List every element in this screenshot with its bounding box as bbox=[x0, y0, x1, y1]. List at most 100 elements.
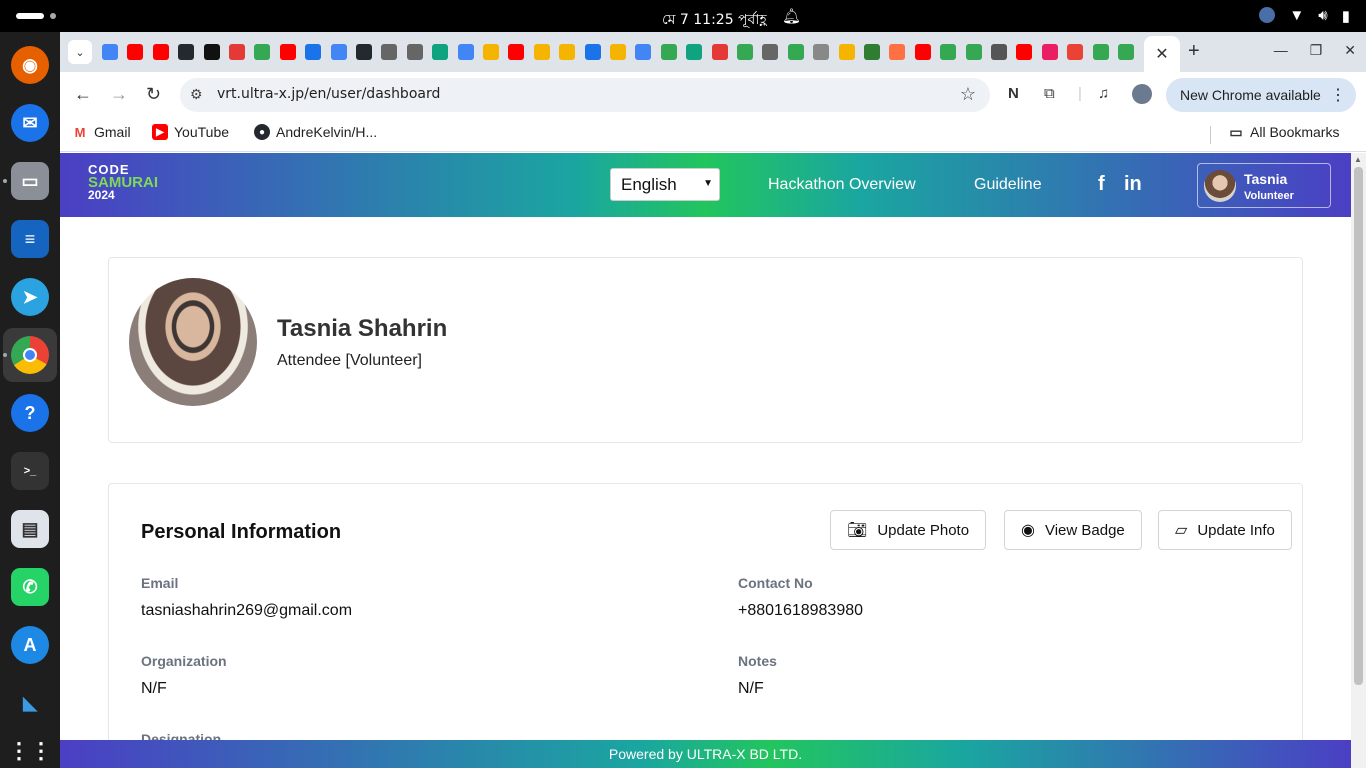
activities-indicator[interactable] bbox=[16, 13, 44, 19]
bookmarks-divider bbox=[1210, 126, 1211, 144]
pinned-tab-favicon-icon[interactable] bbox=[991, 44, 1007, 60]
pinned-tab-favicon-icon[interactable] bbox=[737, 44, 753, 60]
pinned-tab-favicon-icon[interactable] bbox=[787, 44, 804, 60]
terminal-icon[interactable]: >_ bbox=[11, 452, 49, 490]
pinned-tab-favicon-icon[interactable] bbox=[406, 44, 423, 60]
bookmark-gmail[interactable]: M Gmail bbox=[72, 124, 131, 140]
pinned-tab-favicon-icon[interactable] bbox=[457, 44, 474, 60]
forward-icon[interactable]: → bbox=[110, 84, 128, 105]
address-bar[interactable]: ⚙ vrt.ultra-x.jp/en/user/dashboard ☆ bbox=[180, 78, 990, 112]
minimize-icon[interactable]: — bbox=[1274, 42, 1288, 59]
pinned-tab-favicon-icon[interactable] bbox=[940, 44, 957, 60]
pinned-tab-favicon-icon[interactable] bbox=[432, 44, 449, 60]
pinned-tab-favicon-icon[interactable] bbox=[305, 44, 322, 60]
bookmark-star-icon[interactable]: ☆ bbox=[960, 84, 976, 105]
tab-search-icon[interactable]: ⌄ bbox=[68, 40, 92, 64]
pinned-tab-favicon-icon[interactable] bbox=[203, 44, 220, 60]
app-grid-icon[interactable]: ⋮⋮ bbox=[8, 732, 52, 768]
pinned-tab-favicon-icon[interactable] bbox=[178, 44, 195, 60]
user-menu[interactable]: Tasnia Volunteer bbox=[1197, 163, 1331, 208]
back-icon[interactable]: ← bbox=[74, 84, 92, 105]
code-samurai-logo[interactable]: CODE SAMURAI 2024 bbox=[88, 163, 158, 207]
pinned-tab-favicon-icon[interactable] bbox=[559, 44, 576, 60]
pinned-tab-favicon-icon[interactable] bbox=[914, 44, 931, 60]
folder-edit-icon: ▱ bbox=[1175, 522, 1188, 539]
help-icon[interactable]: ? bbox=[11, 394, 49, 432]
bookmark-youtube[interactable]: ▶ YouTube bbox=[152, 124, 229, 140]
chrome-icon[interactable] bbox=[11, 336, 49, 374]
facebook-icon[interactable]: f bbox=[1098, 173, 1105, 196]
new-tab-icon[interactable]: + bbox=[1188, 40, 1200, 63]
update-photo-button[interactable]: 📷︎ Update Photo bbox=[830, 510, 987, 550]
pinned-tab-favicon-icon[interactable] bbox=[838, 44, 855, 60]
system-tray[interactable]: ▼ 🔊︎ ▮ bbox=[1259, 7, 1350, 25]
app-store-icon[interactable]: A bbox=[11, 626, 49, 664]
pinned-tab-favicon-icon[interactable] bbox=[864, 44, 880, 60]
pinned-tab-favicon-icon[interactable] bbox=[508, 44, 525, 60]
page-scrollbar[interactable]: ▲ bbox=[1351, 153, 1366, 768]
pinned-tab-favicon-icon[interactable] bbox=[1067, 44, 1084, 60]
profile-name: Tasnia Shahrin bbox=[277, 315, 448, 342]
view-badge-button[interactable]: ◉ View Badge bbox=[1004, 510, 1142, 550]
pinned-tab-favicon-icon[interactable] bbox=[381, 44, 398, 60]
pinned-tab-favicon-icon[interactable] bbox=[330, 44, 347, 60]
pinned-tab-favicon-icon[interactable] bbox=[254, 44, 271, 60]
pinned-tab-favicon-icon[interactable] bbox=[965, 44, 982, 60]
pinned-tab-favicon-icon[interactable] bbox=[1118, 44, 1134, 60]
pinned-tab-favicon-icon[interactable] bbox=[711, 44, 728, 60]
nav-hackathon-overview[interactable]: Hackathon Overview bbox=[768, 176, 916, 194]
pinned-tab-favicon-icon[interactable] bbox=[813, 44, 830, 60]
linkedin-icon[interactable]: in bbox=[1124, 173, 1142, 196]
scroll-up-icon[interactable]: ▲ bbox=[1354, 155, 1362, 164]
telegram-icon[interactable]: ➤ bbox=[11, 278, 49, 316]
document-viewer-icon[interactable]: ▤ bbox=[11, 510, 49, 548]
pinned-tab-favicon-icon[interactable] bbox=[356, 44, 372, 60]
notion-extension-icon[interactable]: N bbox=[1008, 85, 1019, 102]
system-clock[interactable]: মে 7 11:25 পূর্বাহ্ণ bbox=[662, 8, 767, 32]
thunderbird-icon[interactable]: ✉ bbox=[11, 104, 49, 142]
language-select[interactable]: English ▼ bbox=[610, 168, 720, 201]
new-chrome-available-button[interactable]: New Chrome available ⋮ bbox=[1166, 78, 1356, 112]
pinned-tab-favicon-icon[interactable] bbox=[483, 44, 499, 60]
pinned-tab-favicon-icon[interactable] bbox=[686, 44, 703, 60]
vscode-icon[interactable]: ◣ bbox=[11, 684, 49, 722]
scrollbar-thumb[interactable] bbox=[1354, 167, 1363, 685]
active-tab-close-icon[interactable]: ✕ bbox=[1144, 36, 1180, 72]
firefox-icon[interactable]: ◉ bbox=[11, 46, 49, 84]
all-bookmarks-button[interactable]: ▭ All Bookmarks bbox=[1228, 124, 1339, 141]
pinned-tab-favicon-icon[interactable] bbox=[660, 44, 677, 60]
pinned-tab-favicon-icon[interactable] bbox=[279, 44, 296, 60]
files-icon[interactable]: ▭ bbox=[11, 162, 49, 200]
reload-icon[interactable]: ↻ bbox=[146, 84, 161, 105]
update-info-button[interactable]: ▱ Update Info bbox=[1158, 510, 1292, 550]
writer-icon[interactable]: ≡ bbox=[11, 220, 49, 258]
pinned-tab-favicon-icon[interactable] bbox=[635, 44, 652, 60]
site-info-icon[interactable]: ⚙ bbox=[190, 86, 203, 103]
more-menu-icon[interactable]: ⋮ bbox=[1330, 85, 1346, 105]
pinned-tab-favicon-icon[interactable] bbox=[1041, 44, 1058, 60]
pinned-tab-favicon-icon[interactable] bbox=[762, 44, 779, 60]
url-text[interactable]: vrt.ultra-x.jp/en/user/dashboard bbox=[217, 86, 440, 102]
pinned-tab-favicon-icon[interactable] bbox=[610, 44, 626, 60]
user-avatar-icon[interactable] bbox=[1259, 7, 1276, 23]
pinned-tab-favicon-icon[interactable] bbox=[889, 44, 906, 60]
pinned-tab-favicon-icon[interactable] bbox=[533, 44, 550, 60]
site-footer: Powered by ULTRA-X BD LTD. bbox=[60, 740, 1351, 768]
pinned-tab-favicon-icon[interactable] bbox=[1016, 44, 1033, 60]
maximize-icon[interactable]: ❐ bbox=[1310, 42, 1323, 59]
close-window-icon[interactable]: ✕ bbox=[1344, 42, 1356, 59]
bookmark-github[interactable]: ● AndreKelvin/H... bbox=[254, 124, 377, 140]
profile-avatar-icon[interactable] bbox=[1132, 84, 1152, 104]
pinned-tab-favicon-icon[interactable] bbox=[584, 44, 601, 60]
pinned-tab-favicon-icon[interactable] bbox=[152, 44, 169, 60]
extensions-icon[interactable]: ⧉ bbox=[1044, 85, 1055, 102]
pinned-tab-favicon-icon[interactable] bbox=[1092, 44, 1109, 60]
whatsapp-icon[interactable]: ✆ bbox=[11, 568, 49, 606]
pinned-tab-favicon-icon[interactable] bbox=[102, 44, 118, 60]
notification-bell-icon[interactable]: 🔔︎ bbox=[782, 7, 801, 25]
media-control-icon[interactable]: ♫ bbox=[1098, 85, 1109, 102]
email-label: Email bbox=[141, 575, 179, 591]
pinned-tab-favicon-icon[interactable] bbox=[229, 44, 245, 60]
pinned-tab-favicon-icon[interactable] bbox=[127, 44, 144, 60]
nav-guideline[interactable]: Guideline bbox=[974, 176, 1042, 194]
